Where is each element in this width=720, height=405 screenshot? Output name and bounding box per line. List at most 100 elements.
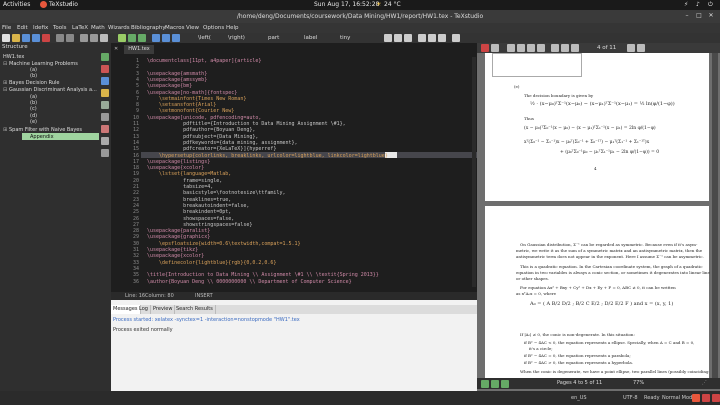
align-right-icon[interactable] (438, 34, 446, 42)
tree-item-section[interactable]: Bayes Decision Rule (9, 80, 59, 86)
pdf-scrollbar[interactable] (712, 53, 718, 378)
menu-view[interactable]: View (186, 23, 199, 33)
structure-tab-icon[interactable] (101, 53, 109, 61)
newline-icon[interactable] (452, 34, 460, 42)
menu-help[interactable]: Help (226, 23, 239, 33)
align-center-icon[interactable] (428, 34, 436, 42)
tree-item-section[interactable]: Gaussian Discriminant Analysis a... (9, 87, 97, 93)
build-view-icon[interactable] (128, 34, 136, 42)
tab-preview[interactable]: Preview (151, 305, 176, 314)
pdf-zoom-level[interactable]: 77% (633, 378, 644, 389)
tab-log[interactable]: Log (137, 305, 151, 314)
expand-icon[interactable]: ⊞ (3, 127, 7, 133)
tree-item-section[interactable]: Machine Learning Problems (9, 61, 78, 67)
language-indicator[interactable]: en_US (571, 391, 587, 405)
editor-tab[interactable]: HW1.tex (124, 45, 154, 54)
close-icon[interactable]: ✕ (707, 12, 715, 20)
arrows-tab-icon[interactable] (101, 125, 109, 133)
status-icon[interactable] (692, 394, 700, 402)
tree-item-section-selected[interactable]: Appendix (30, 134, 54, 140)
relations-tab-icon[interactable] (101, 137, 109, 145)
sectioning-combo[interactable]: part (268, 33, 279, 43)
tree-item-subsection[interactable]: (c) (30, 106, 37, 112)
new-file-icon[interactable] (2, 34, 10, 42)
editor-scrollbar[interactable] (472, 57, 476, 287)
maximize-icon[interactable]: □ (695, 12, 703, 20)
power-icon[interactable]: ⏻ (708, 0, 713, 10)
tree-item-subsection[interactable]: (b) (30, 73, 37, 79)
pdf-last-page-icon[interactable] (537, 44, 545, 52)
pdf-first-page-icon[interactable] (507, 44, 515, 52)
pdf-icon[interactable] (481, 380, 489, 388)
format-icon[interactable] (162, 34, 170, 42)
collapse-icon[interactable]: ⊟ (3, 87, 7, 93)
code-line[interactable]: \documentclass[11pt, a4paper]{article} (147, 58, 261, 64)
menu-options[interactable]: Options (203, 23, 224, 33)
symbols-tab-icon[interactable] (101, 77, 109, 85)
pdf-page-indicator[interactable]: 4 of 11 (597, 43, 616, 53)
minimize-icon[interactable]: – (683, 12, 691, 20)
app-menu[interactable]: TeXstudio (49, 0, 78, 10)
code-line[interactable]: \author{Boyuan Deng \\ 0000000000 \\ Dep… (147, 279, 352, 285)
redo-icon[interactable] (66, 34, 74, 42)
tab-search-results[interactable]: Search Results (174, 305, 216, 314)
bookmarks-tab-icon[interactable] (101, 65, 109, 73)
pdf-zoom-out-icon[interactable] (561, 44, 569, 52)
menu-edit[interactable]: Edit (17, 23, 28, 33)
pdf-zoom-in-icon[interactable] (551, 44, 559, 52)
code-line[interactable]: \definecolor{lightblue}{rgb}{0,0.2,0.6} (147, 260, 276, 266)
menu-latex[interactable]: LaTeX (72, 23, 88, 33)
cut-icon[interactable] (80, 34, 88, 42)
paste-icon[interactable] (100, 34, 108, 42)
network-icon[interactable]: ⚡ (684, 0, 688, 10)
pdf-next-page-icon[interactable] (527, 44, 535, 52)
resize-grip-icon[interactable]: ⋰ (702, 378, 707, 389)
favorites-tab-icon[interactable] (101, 89, 109, 97)
pdf-prev-page-icon[interactable] (517, 44, 525, 52)
reference-combo[interactable]: label (304, 33, 317, 43)
activities-button[interactable]: Activities (3, 0, 30, 10)
menu-file[interactable]: File (2, 23, 11, 33)
greek-tab-icon[interactable] (101, 113, 109, 121)
open-file-icon[interactable] (12, 34, 20, 42)
align-icon[interactable] (172, 34, 180, 42)
compile-icon[interactable] (118, 34, 126, 42)
insert-icon[interactable] (152, 34, 160, 42)
align-left-icon[interactable] (418, 34, 426, 42)
right-delimiter-combo[interactable]: \right) (228, 33, 245, 43)
italic-icon[interactable] (394, 34, 402, 42)
bold-icon[interactable] (384, 34, 392, 42)
edit-mode[interactable]: Normal Mode (662, 391, 695, 405)
pdf-fit-icon[interactable] (571, 44, 579, 52)
pdf-menu-icon[interactable] (491, 44, 499, 52)
status-icon[interactable] (702, 394, 710, 402)
save-all-icon[interactable] (32, 34, 40, 42)
menu-math[interactable]: Math (91, 23, 105, 33)
tree-item-subsection[interactable]: (e) (30, 119, 37, 125)
close-file-icon[interactable] (42, 34, 50, 42)
pdf-search-icon[interactable] (637, 44, 645, 52)
menu-wizards[interactable]: Wizards (108, 23, 130, 33)
encoding-indicator[interactable]: UTF-8 (623, 391, 638, 405)
close-tab-icon[interactable]: ✕ (114, 46, 118, 52)
operators-tab-icon[interactable] (101, 149, 109, 157)
save-icon[interactable] (22, 34, 30, 42)
menu-idefix[interactable]: Idefix (33, 23, 48, 33)
math-tab-icon[interactable] (101, 101, 109, 109)
menu-bibliography[interactable]: Bibliography (131, 23, 166, 33)
size-combo[interactable]: tiny (340, 33, 350, 43)
status-icon[interactable] (712, 394, 720, 402)
pdf-icon[interactable] (491, 380, 499, 388)
pdf-sync-icon[interactable] (627, 44, 635, 52)
left-delimiter-combo[interactable]: \left( (198, 33, 211, 43)
volume-icon[interactable]: ♪ (696, 0, 700, 10)
expand-icon[interactable]: ⊞ (3, 80, 7, 86)
underline-icon[interactable] (404, 34, 412, 42)
menu-macros[interactable]: Macros (165, 23, 185, 33)
pdf-icon[interactable] (501, 380, 509, 388)
copy-icon[interactable] (90, 34, 98, 42)
clock[interactable]: Sun Aug 17, 16:52:28 (314, 0, 379, 10)
menu-tools[interactable]: Tools (53, 23, 67, 33)
undo-icon[interactable] (56, 34, 64, 42)
pdf-close-icon[interactable] (481, 44, 489, 52)
